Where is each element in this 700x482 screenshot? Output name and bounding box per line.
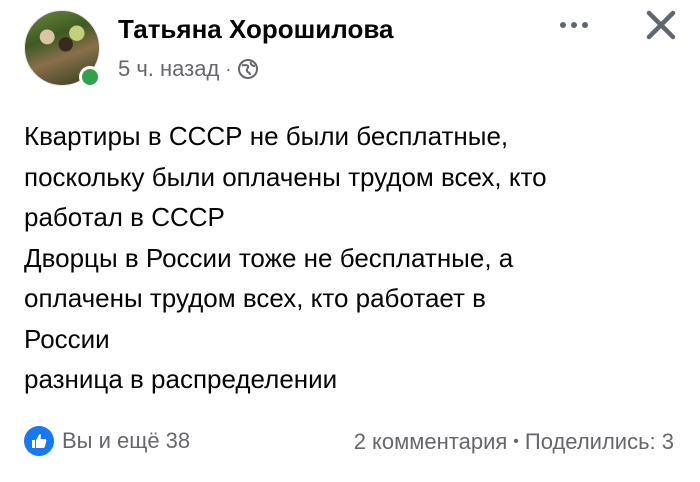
reactions-summary[interactable]: Вы и ещё 38: [24, 426, 190, 456]
post-body: Квартиры в СССР не были бесплатные, поск…: [24, 116, 684, 400]
comments-count-link[interactable]: 2 комментария: [354, 429, 508, 455]
post-line: поскольку были оплачены трудом всех, кто: [24, 161, 547, 192]
shares-count-link[interactable]: Поделились: 3: [525, 429, 674, 455]
post-line: работал в СССР: [24, 202, 225, 232]
avatar[interactable]: [24, 10, 102, 88]
post-meta: 5 ч. назад ·: [118, 56, 259, 82]
close-icon[interactable]: [644, 8, 678, 42]
post-line: Квартиры в СССР не были бесплатные,: [24, 121, 509, 151]
more-dot: [582, 22, 588, 28]
post-timestamp[interactable]: 5 ч. назад: [118, 56, 219, 82]
online-status-indicator: [79, 66, 101, 88]
like-icon: [24, 426, 54, 456]
more-horizontal-icon[interactable]: [560, 20, 588, 30]
meta-separator: ·: [225, 58, 232, 79]
reactions-count: Вы и ещё 38: [62, 428, 191, 453]
post-line: разница в распределении: [24, 364, 338, 394]
author-name[interactable]: Татьяна Хорошилова: [118, 14, 393, 45]
globe-icon[interactable]: [237, 58, 259, 80]
facebook-post: Татьяна Хорошилова 5 ч. назад · Квартиры…: [0, 0, 700, 482]
post-line: оплачены трудом всех, кто работает в: [24, 283, 486, 313]
post-stats: 2 комментария • Поделились: 3: [354, 429, 674, 455]
more-dot: [571, 22, 577, 28]
post-line: России: [24, 323, 110, 354]
post-line: Дворцы в России тоже не бесплатные, а: [24, 242, 514, 273]
more-dot: [560, 22, 566, 28]
stats-separator: •: [513, 433, 519, 450]
